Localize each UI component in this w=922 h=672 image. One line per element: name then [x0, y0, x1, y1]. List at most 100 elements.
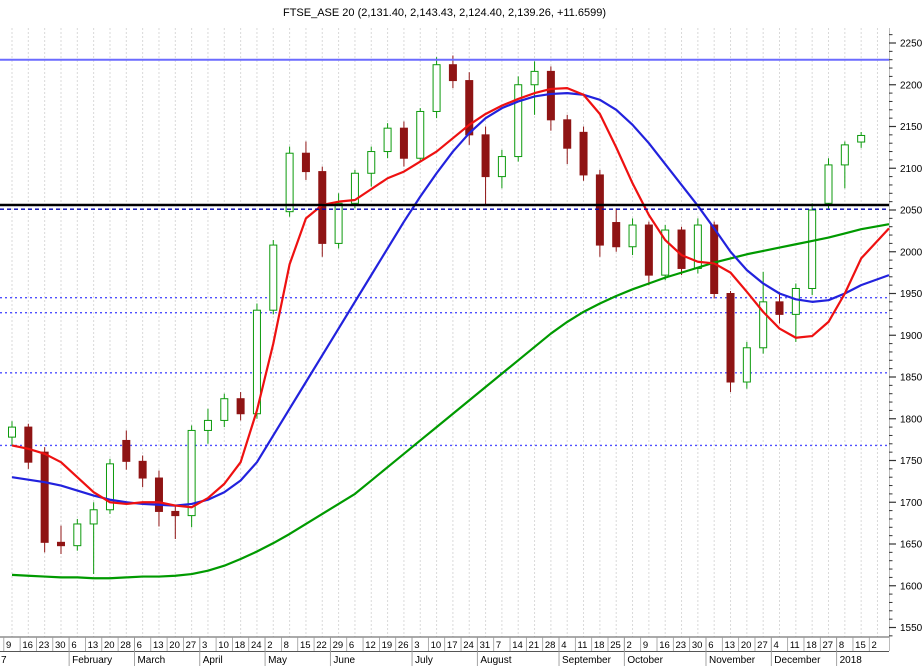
y-axis-label: 2150 [900, 122, 922, 133]
dotted-levels-layer [0, 296, 889, 447]
week-label: 4 [774, 640, 779, 651]
y-axis-label: 1650 [900, 540, 922, 551]
y-axis-label: 2200 [900, 80, 922, 91]
candle-down [677, 229, 686, 269]
candle-up [269, 244, 278, 311]
y-axis-label: 1700 [900, 498, 922, 509]
week-label: 22 [316, 640, 327, 651]
week-label: 30 [692, 640, 703, 651]
candle-down [399, 127, 408, 159]
candle-down [24, 426, 33, 463]
candle-down [154, 477, 163, 512]
candle-up [497, 156, 506, 178]
candle-up [89, 509, 98, 525]
week-label: 29 [333, 640, 344, 651]
month-label: December [774, 655, 821, 666]
candle-up [285, 152, 294, 213]
week-label: 7 [496, 640, 501, 651]
month-label: February [72, 655, 112, 666]
candle-down [546, 70, 555, 121]
y-axis-label: 2000 [900, 247, 922, 258]
week-label: 21 [529, 640, 540, 651]
candle-down [40, 451, 49, 543]
month-label: October [627, 655, 663, 666]
chart-window: FTSE_ASE 20 (2,131.40, 2,143.43, 2,124.4… [0, 0, 922, 672]
y-axis-label: 1550 [900, 623, 922, 634]
price-chart[interactable]: 1550 1600 1650 1700 1750 1800 1850 1900 1950 2000… [0, 0, 922, 672]
week-label: 20 [741, 640, 752, 651]
week-label-clipped: 2 [871, 640, 876, 651]
week-label: 9 [6, 640, 11, 651]
week-label: 8 [284, 640, 289, 651]
candle-up [791, 287, 800, 315]
week-label: 12 [365, 640, 376, 651]
week-label: 30 [55, 640, 66, 651]
y-axis-label: 1750 [900, 456, 922, 467]
month-label: August [480, 655, 511, 666]
candle-up [808, 209, 817, 289]
candle-down [644, 224, 653, 276]
candle-up [840, 144, 849, 166]
month-label: April [203, 655, 223, 666]
week-label: 6 [708, 640, 713, 651]
week-label: 25 [610, 640, 621, 651]
candle-up [73, 523, 82, 547]
month-label: May [268, 655, 287, 666]
candle-down [236, 398, 245, 415]
week-label: 27 [757, 640, 768, 651]
ma-mid-blue-layer [11, 91, 890, 507]
month-label: July [415, 655, 433, 666]
ma-slow-green-layer [11, 223, 890, 580]
candle-down [775, 301, 784, 315]
week-label: 17 [447, 640, 458, 651]
y-axis-label: 1850 [900, 373, 922, 384]
candle-down [612, 222, 621, 248]
week-label: 3 [202, 640, 207, 651]
week-label: 13 [153, 640, 164, 651]
y-axis-label: 1600 [900, 581, 922, 592]
candle-up [742, 347, 751, 383]
week-label: 6 [349, 640, 354, 651]
week-label: 26 [398, 640, 409, 651]
candle-down [710, 224, 719, 294]
candle-up [628, 224, 637, 248]
week-label: 23 [39, 640, 50, 651]
y-axis-label: 2250 [900, 39, 922, 50]
candle-up [203, 419, 212, 431]
week-label: 6 [137, 640, 142, 651]
candle-up [383, 127, 392, 153]
candle-down [301, 152, 310, 173]
month-label: November [709, 655, 756, 666]
week-label: 16 [659, 640, 670, 651]
y-axis-label: 2050 [900, 206, 922, 217]
week-label: 31 [480, 640, 491, 651]
x-axis: 9 16 23 30 6 13 20 28 6 13 20 27 3 10 18 24 2 8 15 22 29 6 12 1… [0, 636, 889, 666]
week-label: 20 [104, 640, 115, 651]
week-label: 28 [120, 640, 131, 651]
week-label: 3 [414, 640, 419, 651]
week-label: 18 [594, 640, 605, 651]
candle-down [726, 293, 735, 383]
candle-down [579, 131, 588, 176]
candle-up [367, 151, 376, 174]
week-label: 10 [431, 640, 442, 651]
week-label: 18 [235, 640, 246, 651]
week-label: 2 [627, 640, 632, 651]
month-label: March [137, 655, 165, 666]
week-label: 4 [561, 640, 566, 651]
month-label: June [333, 655, 355, 666]
week-label: 16 [22, 640, 33, 651]
candle-up [8, 426, 16, 438]
y-axis-label: 1800 [900, 414, 922, 425]
candle-up [514, 84, 523, 158]
candle-down [563, 119, 572, 149]
ma-mid-blue-line [11, 91, 890, 507]
month-label: September [562, 655, 612, 666]
ma-slow-green-line [11, 223, 890, 580]
candle-up [824, 164, 833, 204]
candle-down [56, 541, 65, 547]
candle-up [432, 64, 441, 112]
candle-down [171, 510, 180, 517]
candle-down [448, 64, 457, 82]
week-label: 24 [251, 640, 262, 651]
